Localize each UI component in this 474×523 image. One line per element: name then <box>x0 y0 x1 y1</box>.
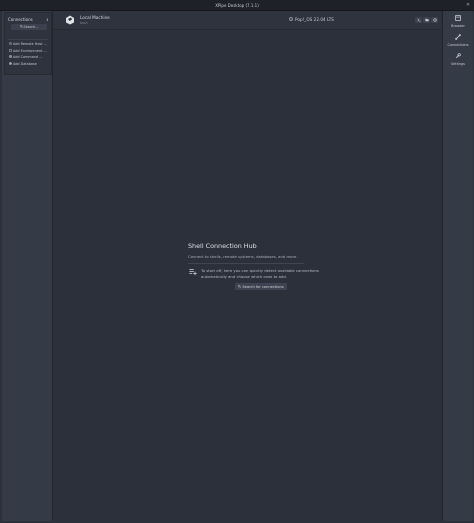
machine-subtitle: bash <box>80 21 88 25</box>
add-environment-item[interactable]: Add Environment ... <box>5 48 51 54</box>
divider <box>8 39 48 40</box>
machine-icon <box>65 15 75 25</box>
connections-panel: Connections ℹ Search... <box>4 12 52 40</box>
connections-label: Connections <box>8 16 33 22</box>
search-connections-button[interactable]: Search for connections <box>235 283 287 290</box>
add-remote-host-item[interactable]: Add Remote Host ... <box>5 41 51 47</box>
info-icon[interactable]: ℹ <box>46 17 48 22</box>
search-connections-label: Search for connections <box>242 284 284 289</box>
connections-icon <box>455 33 461 42</box>
add-item-label: Add Remote Host ... <box>13 42 47 46</box>
browse-files-button[interactable] <box>423 17 430 23</box>
command-icon <box>9 55 12 59</box>
divider <box>188 263 304 264</box>
host-icon <box>9 42 12 46</box>
window-title: XPipe Desktop (7.1.1) <box>215 2 259 8</box>
folder-icon <box>424 18 429 23</box>
hub-description: Connect to shells, remote systems, datab… <box>188 254 298 259</box>
browser-icon <box>455 14 461 23</box>
os-icon <box>289 17 293 22</box>
machine-title[interactable]: Local Machine <box>80 15 110 20</box>
settings-icon <box>455 52 461 61</box>
nav-settings-label: Settings <box>451 61 465 66</box>
add-connection-list: Add Remote Host ... Add Environment ... … <box>4 38 52 75</box>
add-item-label: Add Command ... <box>13 55 43 59</box>
search-icon <box>238 284 242 289</box>
connection-actions <box>415 17 438 23</box>
nav-browser-label: Browser <box>451 23 465 28</box>
search-button-label: Search... <box>23 25 39 29</box>
hub-tip: To start off, here you can quickly detec… <box>188 268 338 290</box>
connections-header: Connections ℹ <box>8 15 48 23</box>
connection-hub-intro: Shell Connection Hub Connect to shells, … <box>188 242 338 290</box>
os-label: Pop!_OS 22.04 LTS <box>295 17 334 22</box>
right-navigation: Browser Connections Settings <box>442 11 473 521</box>
database-icon <box>9 61 12 66</box>
hub-tip-text: To start off, here you can quickly detec… <box>201 268 319 279</box>
more-options-button[interactable] <box>431 17 438 23</box>
close-icon[interactable]: ✕ <box>465 2 471 8</box>
hub-title: Shell Connection Hub <box>188 242 257 250</box>
nav-connections-label: Connections <box>447 42 469 47</box>
terminal-button[interactable] <box>415 17 422 23</box>
os-indicator: Pop!_OS 22.04 LTS <box>289 17 334 22</box>
gear-icon <box>432 17 437 23</box>
left-sidebar: Connections ℹ Search... Add Remote Host … <box>2 11 53 521</box>
add-item-label: Add Database <box>13 61 37 66</box>
nav-connections[interactable]: Connections <box>443 32 473 48</box>
add-database-item[interactable]: Add Database <box>5 61 51 67</box>
terminal-icon <box>417 18 421 23</box>
window-titlebar: XPipe Desktop (7.1.1) ✕ <box>0 0 474 11</box>
add-command-item[interactable]: Add Command ... <box>5 54 51 60</box>
environment-icon <box>9 48 12 53</box>
playlist-add-icon <box>188 268 197 277</box>
add-item-label: Add Environment ... <box>13 48 47 53</box>
connection-topbar: Local Machine bash Pop!_OS 22.04 LTS <box>53 11 441 30</box>
nav-settings[interactable]: Settings <box>443 51 473 67</box>
nav-browser[interactable]: Browser <box>443 13 473 29</box>
search-icon <box>19 25 23 29</box>
search-button[interactable]: Search... <box>11 24 47 30</box>
main-content: Shell Connection Hub Connect to shells, … <box>53 30 441 521</box>
